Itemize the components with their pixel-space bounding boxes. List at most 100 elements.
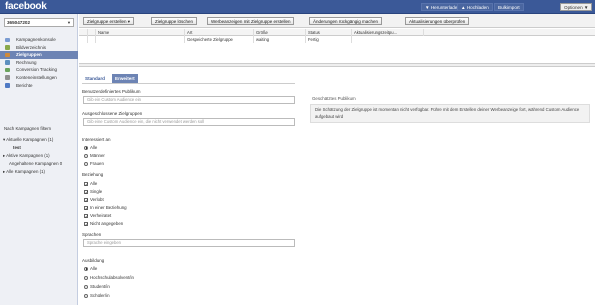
option-label: Männer <box>90 153 105 158</box>
option-label: Verheiratet <box>90 213 112 218</box>
reports-icon <box>5 83 10 88</box>
option-label: Frauen <box>90 161 104 166</box>
option-label: Nicht angegeben <box>90 221 124 226</box>
column-header-spacer <box>423 29 595 36</box>
cell-status: Fertig <box>305 36 351 43</box>
radio-icon <box>84 293 88 298</box>
column-header-status[interactable]: Status <box>305 29 351 36</box>
education-graduate-radio[interactable]: Hochschulabsolvent/in <box>83 274 134 281</box>
table-resize-bar[interactable] <box>79 63 595 67</box>
sidebar-nav: Kampagnenkonsole Bildverzeichnis Zielgru… <box>0 36 78 89</box>
top-bar: facebook ▼ Herunterladen ▲ Hochladen Bul… <box>0 0 595 14</box>
row-checkbox[interactable] <box>79 36 87 43</box>
select-all-checkbox[interactable] <box>79 29 87 36</box>
sidebar-item-label: Berichte <box>16 82 33 88</box>
bulk-import-button[interactable]: Bulkimport <box>494 3 524 11</box>
custom-audience-input[interactable]: Gib ein Custom Audience ein <box>83 96 295 104</box>
radio-icon <box>84 275 88 280</box>
sidebar-item-label: Conversion Tracking <box>16 67 58 73</box>
tab-divider <box>82 83 295 84</box>
custom-audience-label: Benutzerdefiniertes Publikum <box>82 89 141 94</box>
education-pupil-radio[interactable]: Schüler/in <box>83 292 110 299</box>
interested-men-radio[interactable]: Männer <box>83 152 105 159</box>
sidebar-item-account-settings[interactable]: Konteneinstellungen <box>0 74 78 82</box>
checkbox-checked-icon <box>84 213 88 220</box>
status-column-header <box>87 29 95 36</box>
sidebar-item-audiences[interactable]: Zielgruppen <box>0 51 78 59</box>
interested-women-radio[interactable]: Frauen <box>83 160 104 167</box>
option-label: Single <box>90 189 103 194</box>
option-label: In einer Beziehung <box>90 205 127 210</box>
image-library-icon <box>5 45 10 50</box>
tab-standard[interactable]: Standard <box>82 74 108 83</box>
radio-icon <box>84 153 88 158</box>
tree-current-campaigns[interactable]: ▾ Aktuelle Kampagnen (1) <box>0 136 78 144</box>
tree-active-campaigns[interactable]: ▸ Aktive Kampagnen (1) <box>0 152 78 160</box>
tab-advanced[interactable]: Erweitert <box>112 74 138 83</box>
tree-all-campaigns[interactable]: ▸ Alle Kampagnen (1) <box>0 168 78 176</box>
column-header-updated[interactable]: Aktualisierungszeitpu... <box>351 29 423 36</box>
sidebar-item-label: Konteneinstellungen <box>16 74 57 80</box>
relationship-single-checkbox[interactable]: Single <box>83 188 103 196</box>
sidebar: 365047202 ▼ Kampagnenkonsole Bildverzeic… <box>0 14 78 305</box>
tree-campaign-test[interactable]: test <box>0 144 78 152</box>
languages-input[interactable]: Sprache eingeben <box>83 239 295 247</box>
checkbox-checked-icon <box>84 205 88 212</box>
sidebar-item-label: Kampagnenkonsole <box>16 37 56 42</box>
options-button[interactable]: Optionen ▼ <box>560 3 593 11</box>
column-header-size[interactable]: Größe <box>253 29 305 36</box>
radio-selected-icon <box>84 266 88 271</box>
row-status-icon <box>87 36 95 43</box>
interested-all-radio[interactable]: Alle <box>83 144 97 151</box>
option-label: Alle <box>90 181 98 186</box>
tree-paused-campaigns[interactable]: Angehaltene Kampagnen 0 <box>0 160 78 168</box>
create-ads-button[interactable]: Werbeanzeigen mit Zielgruppe erstellen <box>207 17 295 25</box>
settings-icon <box>5 75 10 80</box>
relationship-in-relationship-checkbox[interactable]: In einer Beziehung <box>83 204 127 212</box>
campaign-tree: ▾ Aktuelle Kampagnen (1) test ▸ Aktive K… <box>0 136 78 176</box>
cell-updated <box>351 36 423 43</box>
sidebar-item-reports[interactable]: Berichte <box>0 82 78 90</box>
audience-icon <box>5 52 10 58</box>
option-label: Verlobt <box>90 197 104 202</box>
campaign-icon <box>5 37 10 42</box>
relationship-unspecified-checkbox[interactable]: Nicht angegeben <box>83 220 124 228</box>
table-header: Name Art Größe Status Aktualisierungszei… <box>79 29 595 36</box>
sidebar-item-campaign-console[interactable]: Kampagnenkonsole <box>0 36 78 44</box>
education-all-radio[interactable]: Alle <box>83 265 97 272</box>
cell-type: Gespeicherte Zielgruppe <box>184 36 253 43</box>
account-selector[interactable]: 365047202 ▼ <box>4 18 74 27</box>
delete-audience-button[interactable]: Zielgruppe löschen <box>151 17 198 25</box>
facebook-logo[interactable]: facebook <box>5 1 47 12</box>
audience-table: Name Art Größe Status Aktualisierungszei… <box>79 29 595 43</box>
column-header-name[interactable]: Name <box>95 29 184 36</box>
billing-icon <box>5 60 10 65</box>
column-header-type[interactable]: Art <box>184 29 253 36</box>
excluded-audience-input[interactable]: Gib eine Custom Audience ein, die nicht … <box>83 118 295 126</box>
sidebar-item-label: Zielgruppen <box>16 52 42 58</box>
relationship-all-checkbox[interactable]: Alle <box>83 180 98 188</box>
sidebar-item-conversion-tracking[interactable]: Conversion Tracking <box>0 66 78 74</box>
create-audience-button[interactable]: Zielgruppe erstellen ▾ <box>83 17 135 25</box>
check-updates-button[interactable]: Aktualisierungen überprüfen <box>405 17 470 25</box>
campaign-filter-heading: Nach Kampagnen filtern <box>4 126 52 131</box>
excluded-audience-label: Ausgeschlossene Zielgruppen <box>82 111 143 116</box>
conversion-icon <box>5 67 10 73</box>
audience-toolbar: Zielgruppe erstellen ▾ Zielgruppe lösche… <box>79 14 595 28</box>
sidebar-item-image-library[interactable]: Bildverzeichnis <box>0 44 78 52</box>
radio-icon <box>84 284 88 289</box>
sidebar-item-billing[interactable]: Rechnung <box>0 59 78 67</box>
relationship-engaged-checkbox[interactable]: Verlobt <box>83 196 104 204</box>
option-label: Schüler/in <box>90 293 110 298</box>
undo-changes-button[interactable]: Änderungen rückgängig machen <box>309 17 383 25</box>
option-label: Alle <box>90 266 98 271</box>
chevron-down-icon: ▼ <box>67 20 71 25</box>
relationship-married-checkbox[interactable]: Verheiratet <box>83 212 112 220</box>
table-row[interactable]: Gespeicherte Zielgruppe waiting Fertig <box>79 36 595 43</box>
option-label: Student/in <box>90 284 110 289</box>
education-student-radio[interactable]: Student/in <box>83 283 110 290</box>
checkbox-checked-icon <box>84 221 88 228</box>
checkbox-checked-icon <box>84 181 88 188</box>
upload-button[interactable]: ▲ Hochladen <box>457 3 493 11</box>
checkbox-checked-icon <box>84 189 88 196</box>
